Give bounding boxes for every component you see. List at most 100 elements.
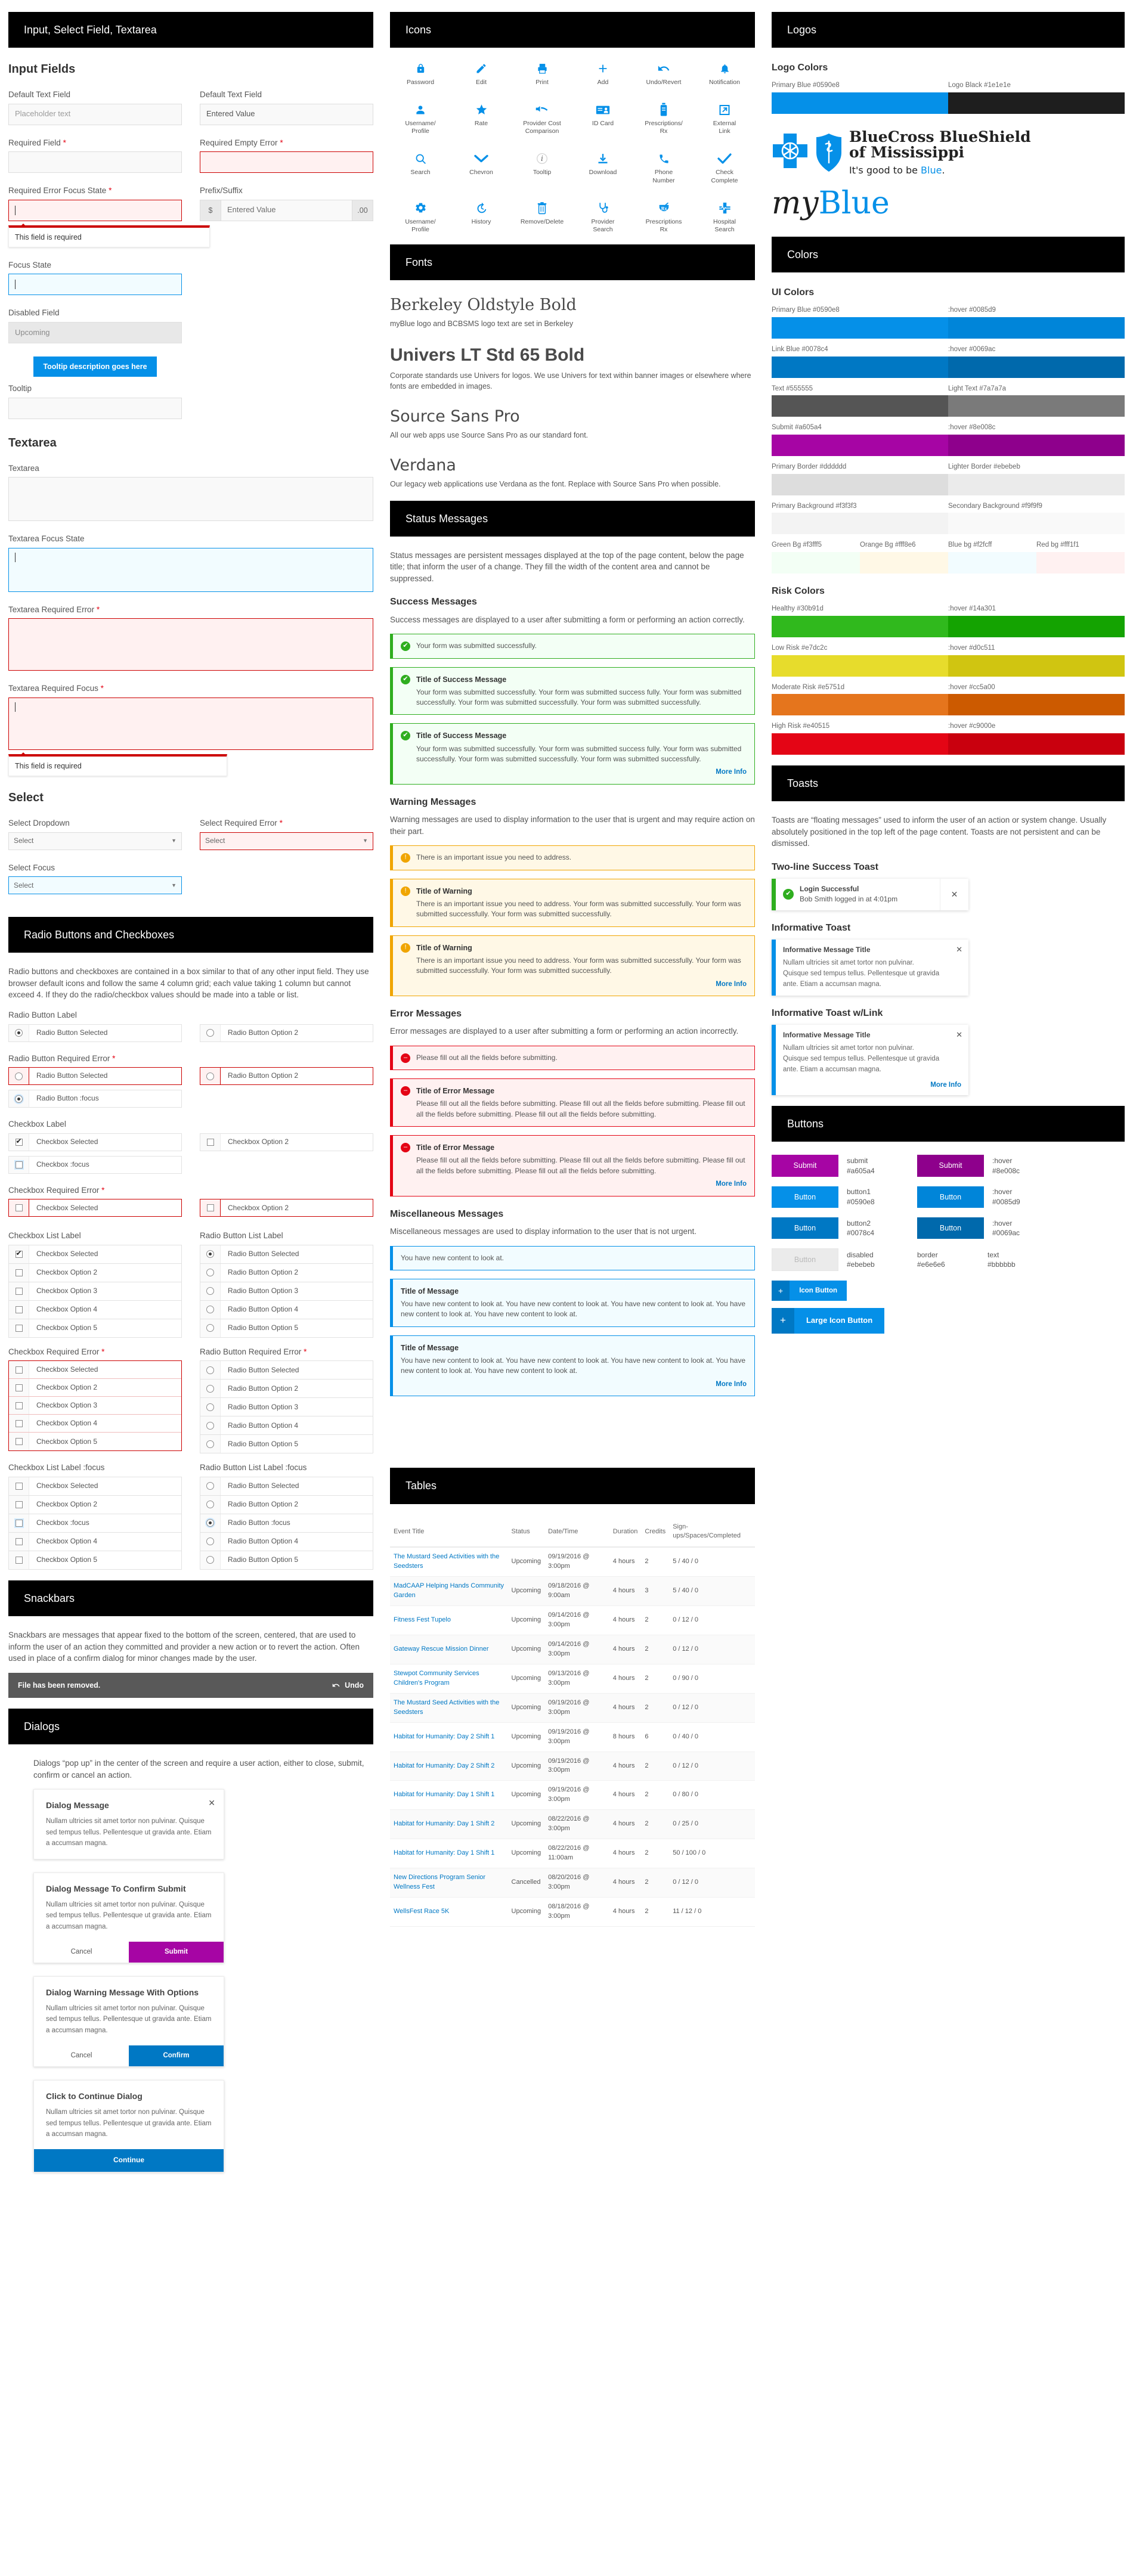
- close-icon[interactable]: ✕: [956, 944, 962, 956]
- icon-print[interactable]: Print: [512, 61, 572, 86]
- styled-button-hover[interactable]: Button: [917, 1186, 984, 1208]
- list-item[interactable]: Radio Button Selected: [200, 1360, 373, 1380]
- icon-phone-number[interactable]: Phone Number: [633, 151, 694, 184]
- input-required[interactable]: [8, 151, 182, 173]
- list-item[interactable]: Radio Button Option 4: [200, 1532, 373, 1551]
- list-item[interactable]: Radio Button Option 5: [200, 1318, 373, 1338]
- checkbox-option-error-2[interactable]: Checkbox Option 2: [200, 1199, 373, 1217]
- icon-gear-profile[interactable]: Username/ Profile: [390, 200, 451, 234]
- radio-option-error-selected[interactable]: Radio Button Selected: [8, 1067, 182, 1086]
- input-required-error-focus[interactable]: [8, 199, 182, 221]
- input-focus-state[interactable]: [8, 274, 182, 296]
- table-cell-event-link[interactable]: Fitness Fest Tupelo: [390, 1605, 508, 1636]
- icon-tooltip[interactable]: i Tooltip: [512, 151, 572, 184]
- column-date-time[interactable]: Date/Time: [544, 1517, 609, 1548]
- icon-chevron[interactable]: Chevron: [451, 151, 512, 184]
- radio-option-2[interactable]: Radio Button Option 2: [200, 1024, 373, 1042]
- icon-undo[interactable]: Undo/Revert: [633, 61, 694, 86]
- checkbox-option-error-selected[interactable]: Checkbox Selected: [8, 1199, 182, 1217]
- list-item[interactable]: Radio Button Option 4: [200, 1416, 373, 1435]
- list-item[interactable]: Checkbox Option 2: [8, 1263, 182, 1282]
- list-item[interactable]: Checkbox Option 5: [8, 1318, 182, 1338]
- icon-button[interactable]: + Icon Button: [772, 1280, 847, 1301]
- input-prefix-suffix[interactable]: $ Entered Value .00: [200, 199, 373, 221]
- table-cell-event-link[interactable]: Habitat for Humanity: Day 1 Shift 1: [390, 1839, 508, 1869]
- icon-external-link[interactable]: External Link: [694, 102, 755, 135]
- icon-search[interactable]: Search: [390, 151, 451, 184]
- icon-check-complete[interactable]: Check Complete: [694, 151, 755, 184]
- icon-remove-delete[interactable]: Remove/Delete: [512, 200, 572, 234]
- table-cell-event-link[interactable]: Stewpot Community Services Children's Pr…: [390, 1664, 508, 1694]
- checkbox-option-focus[interactable]: Checkbox :focus: [8, 1155, 182, 1174]
- list-item[interactable]: Checkbox Option 3: [9, 1397, 181, 1415]
- list-item[interactable]: Radio Button Selected: [200, 1476, 373, 1495]
- icon-username-profile[interactable]: Username/ Profile: [390, 102, 451, 135]
- list-item[interactable]: Radio Button Option 3: [200, 1397, 373, 1416]
- checkbox-option-2[interactable]: Checkbox Option 2: [200, 1133, 373, 1151]
- select-focus[interactable]: Select ▼: [8, 876, 182, 895]
- submit-button[interactable]: Submit: [129, 1942, 224, 1963]
- more-info-link[interactable]: More Info: [416, 767, 747, 777]
- close-icon[interactable]: ✕: [940, 878, 968, 910]
- icon-password[interactable]: Password: [390, 61, 451, 86]
- icon-id-card[interactable]: ID Card: [572, 102, 633, 135]
- list-item[interactable]: Radio Button Option 3: [200, 1281, 373, 1300]
- more-info-link[interactable]: More Info: [416, 1179, 747, 1189]
- list-item[interactable]: Radio Button Option 2: [200, 1263, 373, 1282]
- column-signups[interactable]: Sign-ups/Spaces/Completed: [669, 1517, 755, 1548]
- list-item[interactable]: Checkbox Option 4: [8, 1300, 182, 1319]
- table-cell-event-link[interactable]: Habitat for Humanity: Day 1 Shift 1: [390, 1780, 508, 1811]
- textarea-required-error[interactable]: [8, 618, 373, 671]
- table-cell-event-link[interactable]: The Mustard Seed Activities with the See…: [390, 1693, 508, 1723]
- styled-button-hover[interactable]: Submit: [917, 1155, 984, 1177]
- table-cell-event-link[interactable]: Habitat for Humanity: Day 2 Shift 2: [390, 1752, 508, 1781]
- icon-history[interactable]: History: [451, 200, 512, 234]
- more-info-link[interactable]: More Info: [416, 979, 747, 990]
- textarea-default[interactable]: [8, 477, 373, 522]
- table-cell-event-link[interactable]: MadCAAP Helping Hands Community Garden: [390, 1576, 508, 1607]
- radio-option-error-2[interactable]: Radio Button Option 2: [200, 1067, 373, 1086]
- icon-rate[interactable]: Rate: [451, 102, 512, 135]
- styled-button[interactable]: Button: [772, 1217, 838, 1239]
- table-cell-event-link[interactable]: Habitat for Humanity: Day 1 Shift 2: [390, 1809, 508, 1840]
- icon-provider-cost-comparison[interactable]: Provider Cost Comparison: [512, 102, 572, 135]
- checkbox-option-selected[interactable]: Checkbox Selected: [8, 1133, 182, 1151]
- prefix-suffix-value[interactable]: Entered Value: [221, 200, 352, 221]
- column-credits[interactable]: Credits: [641, 1517, 670, 1548]
- icon-add[interactable]: Add: [572, 61, 633, 86]
- confirm-button[interactable]: Confirm: [129, 2045, 224, 2066]
- icon-prescriptions-rx[interactable]: Prescriptions/ Rx: [633, 102, 694, 135]
- icon-edit[interactable]: Edit: [451, 61, 512, 86]
- list-item[interactable]: Checkbox Option 2: [8, 1495, 182, 1514]
- icon-prescriptions-rx-mortar[interactable]: Rx Prescriptions Rx: [633, 200, 694, 234]
- list-item[interactable]: Checkbox Option 4: [8, 1532, 182, 1551]
- textarea-required-focus[interactable]: [8, 697, 373, 750]
- list-item[interactable]: Radio Button :focus: [200, 1513, 373, 1532]
- list-item[interactable]: Checkbox Option 3: [8, 1281, 182, 1300]
- textarea-focus[interactable]: [8, 547, 373, 592]
- table-cell-event-link[interactable]: Habitat for Humanity: Day 2 Shift 1: [390, 1722, 508, 1752]
- styled-button[interactable]: Submit: [772, 1155, 838, 1177]
- cancel-button[interactable]: Cancel: [34, 1942, 129, 1963]
- more-info-link[interactable]: More Info: [783, 1080, 961, 1090]
- list-item[interactable]: Checkbox Option 5: [9, 1433, 181, 1451]
- table-cell-event-link[interactable]: Gateway Rescue Mission Dinner: [390, 1635, 508, 1664]
- column-event-title[interactable]: Event Title: [390, 1517, 508, 1548]
- list-item[interactable]: Radio Button Option 2: [200, 1495, 373, 1514]
- close-icon[interactable]: ✕: [956, 1030, 962, 1041]
- list-item[interactable]: Checkbox :focus: [8, 1513, 182, 1532]
- list-item[interactable]: Checkbox Option 2: [9, 1379, 181, 1397]
- more-info-link[interactable]: More Info: [401, 1380, 747, 1390]
- column-status[interactable]: Status: [507, 1517, 545, 1548]
- icon-hospital-search[interactable]: Hospital Search: [694, 200, 755, 234]
- list-item[interactable]: Radio Button Option 5: [200, 1550, 373, 1570]
- list-item[interactable]: Radio Button Option 5: [200, 1434, 373, 1454]
- input-required-empty-error[interactable]: [200, 151, 373, 173]
- table-cell-event-link[interactable]: New Directions Program Senior Wellness F…: [390, 1868, 508, 1898]
- select-required-error[interactable]: Select ▼: [200, 832, 373, 850]
- radio-option-selected[interactable]: Radio Button Selected: [8, 1024, 182, 1042]
- list-item[interactable]: Radio Button Option 4: [200, 1300, 373, 1319]
- icon-notification[interactable]: Notification: [694, 61, 755, 86]
- snackbar-undo-button[interactable]: Undo: [332, 1680, 364, 1691]
- input-tooltip[interactable]: [8, 397, 182, 419]
